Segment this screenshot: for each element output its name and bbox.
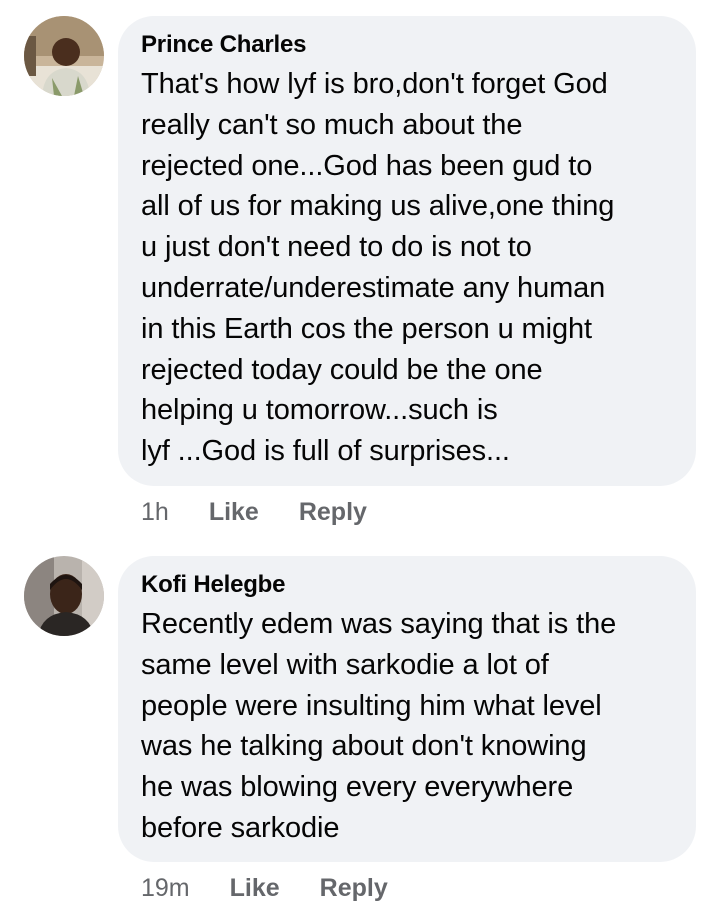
comment-text: Recently edem was saying that is the sam… <box>141 608 617 844</box>
like-button[interactable]: Like <box>209 498 259 527</box>
comment-author[interactable]: Prince Charles <box>141 30 674 60</box>
reply-button[interactable]: Reply <box>299 498 367 527</box>
comment-text: That's how lyf is bro,don't forget God r… <box>141 68 615 468</box>
comment-bubble: Kofi Helegbe Recently edem was saying th… <box>118 556 696 862</box>
avatar[interactable] <box>24 556 104 636</box>
comment-timestamp[interactable]: 19m <box>141 874 190 903</box>
comment-bubble: Prince Charles That's how lyf is bro,don… <box>118 16 696 486</box>
user-avatar-icon <box>24 16 104 96</box>
user-avatar-icon <box>24 556 104 636</box>
comment-actions: 19m Like Reply <box>141 874 388 903</box>
comment-actions: 1h Like Reply <box>141 498 367 527</box>
avatar[interactable] <box>24 16 104 96</box>
reply-button[interactable]: Reply <box>320 874 388 903</box>
like-button[interactable]: Like <box>230 874 280 903</box>
comment-author[interactable]: Kofi Helegbe <box>141 570 674 600</box>
comment-timestamp[interactable]: 1h <box>141 498 169 527</box>
